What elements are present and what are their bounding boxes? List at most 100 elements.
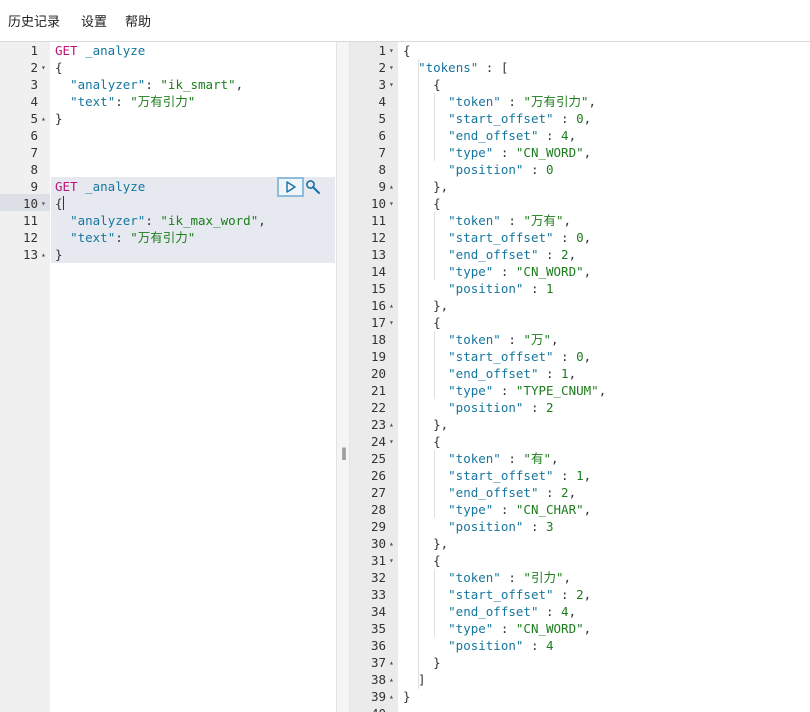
- code-line[interactable]: 7 "type" : "CN_WORD",: [350, 144, 810, 161]
- menu-settings[interactable]: 设置: [81, 14, 107, 32]
- fold-expand-icon[interactable]: ▴: [389, 416, 394, 433]
- fold-expand-icon[interactable]: ▴: [389, 178, 394, 195]
- fold-expand-icon[interactable]: ▴: [389, 688, 394, 705]
- code-line[interactable]: 38 ▴ ]: [350, 671, 810, 688]
- fold-collapse-icon[interactable]: ▾: [389, 76, 394, 93]
- code-line[interactable]: 6: [0, 127, 336, 144]
- fold-expand-icon[interactable]: ▴: [389, 654, 394, 671]
- code-line[interactable]: 39 ▴}: [350, 688, 810, 705]
- code-line[interactable]: 28 "type" : "CN_CHAR",: [350, 501, 810, 518]
- code-line[interactable]: 3 "analyzer": "ik_smart",: [0, 76, 336, 93]
- code-line[interactable]: 15 "position" : 1: [350, 280, 810, 297]
- code-line[interactable]: 2 ▾ "tokens" : [: [350, 59, 810, 76]
- code-line[interactable]: 27 "end_offset" : 2,: [350, 484, 810, 501]
- code-token: ,: [583, 264, 592, 279]
- code-token: _analyze: [85, 43, 146, 58]
- code-text: "start_offset" : 1,: [403, 467, 591, 484]
- line-number: 26: [370, 468, 386, 483]
- code-text: "type" : "CN_WORD",: [403, 144, 591, 161]
- fold-collapse-icon[interactable]: ▾: [389, 195, 394, 212]
- code-token: :: [553, 111, 577, 126]
- code-token: ,: [568, 485, 577, 500]
- code-line[interactable]: 29 "position" : 3: [350, 518, 810, 535]
- code-line[interactable]: 24 ▾ {: [350, 433, 810, 450]
- code-line[interactable]: 23 ▴ },: [350, 416, 810, 433]
- code-line[interactable]: 10 ▾ {: [0, 195, 336, 212]
- code-line[interactable]: 19 "start_offset" : 0,: [350, 348, 810, 365]
- code-line[interactable]: 12 "start_offset" : 0,: [350, 229, 810, 246]
- code-line[interactable]: 13 ▴}: [0, 246, 336, 263]
- code-line[interactable]: 25 "token" : "有",: [350, 450, 810, 467]
- code-line[interactable]: 16 ▴ },: [350, 297, 810, 314]
- code-line[interactable]: 1 GET _analyze: [0, 42, 336, 59]
- code-line[interactable]: 5 ▴}: [0, 110, 336, 127]
- code-line[interactable]: 7: [0, 144, 336, 161]
- code-line[interactable]: 6 "end_offset" : 4,: [350, 127, 810, 144]
- code-token: :: [538, 366, 562, 381]
- code-line[interactable]: 10 ▾ {: [350, 195, 810, 212]
- menu-help[interactable]: 帮助: [125, 14, 151, 32]
- request-options-button[interactable]: [304, 178, 322, 196]
- code-line[interactable]: 2 ▾ {: [0, 59, 336, 76]
- fold-collapse-icon[interactable]: ▾: [389, 59, 394, 76]
- code-line[interactable]: 12 "text": "万有引力": [0, 229, 336, 246]
- code-token: "text": [70, 230, 116, 245]
- code-text: "end_offset" : 1,: [403, 365, 576, 382]
- code-line[interactable]: 1 ▾ {: [350, 42, 810, 59]
- fold-collapse-icon[interactable]: ▾: [389, 552, 394, 569]
- run-request-button[interactable]: [277, 177, 304, 197]
- code-line[interactable]: 33 "start_offset" : 2,: [350, 586, 810, 603]
- code-token: "start_offset": [448, 111, 554, 126]
- code-line[interactable]: 11 "token" : "万有",: [350, 212, 810, 229]
- code-line[interactable]: 21 "type" : "TYPE_CNUM",: [350, 382, 810, 399]
- line-number: 8: [378, 162, 386, 177]
- code-line[interactable]: 35 "type" : "CN_WORD",: [350, 620, 810, 637]
- code-line[interactable]: 22 "position" : 2: [350, 399, 810, 416]
- code-token: "万有引力": [130, 94, 196, 109]
- code-line[interactable]: 17 ▾ {: [350, 314, 810, 331]
- code-line[interactable]: 4 "token" : "万有引力",: [350, 93, 810, 110]
- code-line[interactable]: 34 "end_offset" : 4,: [350, 603, 810, 620]
- code-token: ,: [550, 332, 559, 347]
- panel-resizer[interactable]: ‖: [336, 42, 350, 712]
- request-editor[interactable]: 1 GET _analyze 2 ▾{3 "analyzer": "ik_smart"…: [0, 42, 336, 712]
- code-line[interactable]: 3 ▾ {: [350, 76, 810, 93]
- fold-expand-icon[interactable]: ▴: [389, 671, 394, 688]
- line-number: 24: [370, 434, 386, 449]
- fold-collapse-icon[interactable]: ▾: [389, 433, 394, 450]
- code-line[interactable]: 32 "token" : "引力",: [350, 569, 810, 586]
- line-number: 36: [370, 638, 386, 653]
- code-line[interactable]: 36 "position" : 4: [350, 637, 810, 654]
- code-token: 0: [546, 162, 554, 177]
- response-viewer[interactable]: 1 ▾{2 ▾ "tokens" : [3 ▾ {4 "token" : "万有引力"…: [350, 42, 810, 712]
- code-token: "end_offset": [448, 485, 539, 500]
- fold-expand-icon[interactable]: ▴: [41, 246, 46, 263]
- fold-collapse-icon[interactable]: ▾: [41, 195, 46, 212]
- code-line[interactable]: 37 ▴ }: [350, 654, 810, 671]
- code-line[interactable]: 30 ▴ },: [350, 535, 810, 552]
- menu-history[interactable]: 历史记录: [8, 14, 60, 32]
- code-line[interactable]: 9 ▴ },: [350, 178, 810, 195]
- fold-collapse-icon[interactable]: ▾: [41, 59, 46, 76]
- code-line[interactable]: 26 "start_offset" : 1,: [350, 467, 810, 484]
- fold-collapse-icon[interactable]: ▾: [389, 42, 394, 59]
- code-line[interactable]: 18 "token" : "万",: [350, 331, 810, 348]
- code-token: }: [403, 655, 441, 670]
- code-line[interactable]: 13 "end_offset" : 2,: [350, 246, 810, 263]
- code-line[interactable]: 40: [350, 705, 810, 712]
- code-line[interactable]: 11 "analyzer": "ik_max_word",: [0, 212, 336, 229]
- fold-expand-icon[interactable]: ▴: [41, 110, 46, 127]
- code-line[interactable]: 20 "end_offset" : 1,: [350, 365, 810, 382]
- code-line[interactable]: 4 "text": "万有引力": [0, 93, 336, 110]
- fold-collapse-icon[interactable]: ▾: [389, 314, 394, 331]
- line-number: 7: [378, 145, 386, 160]
- code-line[interactable]: 5 "start_offset" : 0,: [350, 110, 810, 127]
- code-line[interactable]: 8: [0, 161, 336, 178]
- code-line[interactable]: 14 "type" : "CN_WORD",: [350, 263, 810, 280]
- code-line[interactable]: 31 ▾ {: [350, 552, 810, 569]
- wrench-icon: [306, 180, 320, 194]
- fold-expand-icon[interactable]: ▴: [389, 297, 394, 314]
- fold-expand-icon[interactable]: ▴: [389, 535, 394, 552]
- code-token: :: [553, 468, 577, 483]
- code-line[interactable]: 8 "position" : 0: [350, 161, 810, 178]
